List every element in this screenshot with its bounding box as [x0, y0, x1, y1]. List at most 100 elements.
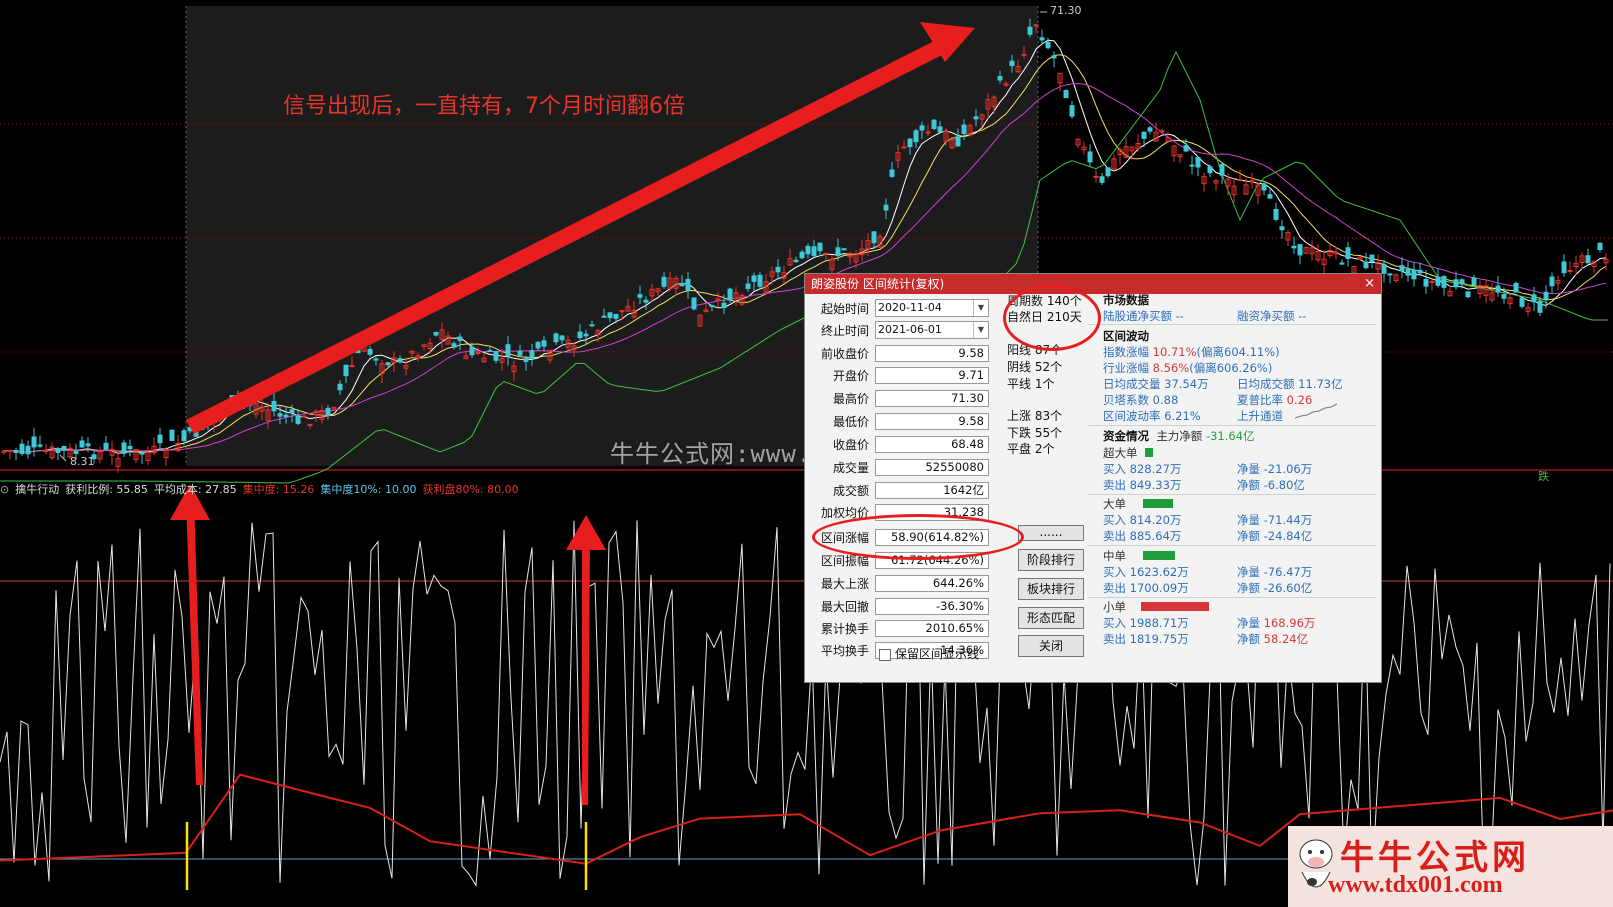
close-icon[interactable]: × [1364, 274, 1375, 294]
candle-body [973, 116, 979, 120]
fund-net-amount: 净额 -6.80亿 [1237, 478, 1305, 492]
stat-row: 成交量 52550080 [813, 457, 989, 477]
candle-body [1267, 194, 1273, 199]
indicator-profit-ratio: 获利比例: 55.85 [65, 483, 148, 496]
chevron-down-icon[interactable]: ▼ [973, 322, 988, 338]
index-change: 指数涨幅 10.71%(偏离604.11%) [1103, 345, 1280, 359]
keep-line-option[interactable]: 保留区间显示线 [879, 645, 979, 662]
down-marker: 跌 [1538, 470, 1549, 483]
close-button[interactable]: 关闭 [1018, 635, 1084, 657]
start-time-label: 起始时间 [820, 301, 869, 316]
stat-row: 成交额 1642亿 [813, 480, 989, 500]
candle-body [469, 346, 475, 356]
end-date-value: 2021-06-01 [878, 323, 942, 336]
candle-body [301, 415, 307, 418]
fund-bar [1143, 499, 1173, 508]
site-logo: 牛牛公式网 www.tdx001.com [1288, 826, 1613, 907]
fund-sell: 卖出 1819.75万 [1103, 632, 1189, 646]
beta: 贝塔系数 0.88 [1103, 393, 1179, 407]
candle-body [1387, 273, 1393, 276]
more-button[interactable]: ...... [1018, 525, 1084, 541]
candle-body [583, 333, 589, 337]
fund-net-volume: 净量 -71.44万 [1237, 513, 1313, 527]
candle-body [937, 126, 943, 133]
candle-body [1531, 294, 1537, 303]
candle-body [31, 436, 37, 448]
indicator-concentration: 集中度: 15.26 [242, 483, 315, 496]
candle-body [817, 242, 823, 252]
candle-body [1363, 261, 1369, 269]
stat-label: 开盘价 [832, 368, 869, 383]
stat-label: 最大回撤 [820, 599, 869, 614]
candle-body [637, 294, 643, 298]
candle-body [955, 136, 961, 147]
start-date-picker[interactable]: 2020-11-04 ▼ [875, 299, 989, 317]
candle-body [691, 297, 697, 310]
candle-body [793, 259, 799, 263]
fund-group-name: 中单 [1103, 549, 1126, 563]
candle-body [1513, 282, 1519, 293]
candle-body [1519, 297, 1525, 307]
funds-row: 资金情况 主力净额 -31.64亿 [1103, 429, 1255, 443]
checkbox[interactable] [879, 648, 891, 661]
fund-buy: 买入 1623.62万 [1103, 565, 1189, 579]
stat-row: 累计换手 2010.65% [813, 618, 989, 638]
candle-body [613, 313, 619, 319]
highlight-circle-period [1003, 285, 1101, 351]
candle-body [1441, 276, 1447, 288]
logo-url: www.tdx001.com [1328, 872, 1503, 898]
stage-rank-button[interactable]: 阶段排行 [1018, 549, 1084, 571]
stat-row: 最低价 9.58 [813, 411, 989, 431]
start-time-row: 起始时间 2020-11-04 ▼ [813, 298, 989, 318]
indicator-toggle-icon[interactable]: ⊙ [0, 483, 9, 496]
candle-body [745, 283, 751, 289]
candle-body [1027, 26, 1033, 35]
indicator-name[interactable]: 擒牛行动 [15, 483, 59, 496]
margin-net-buy: 融资净买额 -- [1237, 309, 1307, 323]
end-time-label: 终止时间 [820, 323, 869, 338]
candle-body [757, 274, 763, 287]
candle-body [451, 343, 457, 348]
candle-body [1141, 131, 1147, 139]
fund-net-amount: 净额 58.24亿 [1237, 632, 1309, 646]
volatility-title: 区间波动 [1103, 329, 1149, 343]
candle-body [1195, 156, 1201, 168]
candle-body [79, 440, 85, 448]
hk-net-buy: 陆股通净买额 -- [1103, 309, 1184, 323]
candle-body [367, 348, 373, 355]
annotation-headline: 信号出现后，一直持有，7个月时间翻6倍 [283, 94, 685, 119]
stat-label: 成交额 [832, 483, 869, 498]
fund-net-volume: 净量 168.96万 [1237, 616, 1316, 630]
stat-value: 52550080 [875, 458, 989, 476]
candle-body [1093, 175, 1099, 178]
candle-body [283, 414, 289, 417]
candle-body [925, 131, 931, 134]
pattern-match-button[interactable]: 形态匹配 [1018, 607, 1084, 629]
candle-body [607, 312, 613, 319]
fund-sell: 卖出 849.33万 [1103, 478, 1182, 492]
candle-body [169, 429, 175, 441]
candle-body [25, 445, 31, 455]
stat-value: 1642亿 [875, 481, 989, 499]
candle-body [1237, 179, 1243, 182]
candle-body [1159, 130, 1165, 133]
chevron-down-icon[interactable]: ▼ [973, 300, 988, 316]
candle-body [433, 331, 439, 336]
candle-body [775, 266, 781, 273]
candle-body [1465, 291, 1471, 298]
keep-line-label: 保留区间显示线 [895, 647, 980, 661]
stat-label: 平均换手 [820, 643, 869, 658]
candle-body [277, 413, 283, 417]
candle-body [1189, 164, 1195, 167]
candle-body [1087, 151, 1093, 163]
candle-body [841, 248, 847, 251]
candle-body [997, 76, 1003, 81]
stat-label: 最低价 [832, 414, 869, 429]
candle-body [1339, 262, 1345, 265]
sector-rank-button[interactable]: 板块排行 [1018, 578, 1084, 600]
candle-body [721, 302, 727, 308]
end-date-picker[interactable]: 2021-06-01 ▼ [875, 321, 989, 339]
candle-body [577, 331, 583, 339]
candle-body [1549, 276, 1555, 287]
dialog-title-bar[interactable]: 朗姿股份 区间统计(复权) × [805, 274, 1381, 294]
